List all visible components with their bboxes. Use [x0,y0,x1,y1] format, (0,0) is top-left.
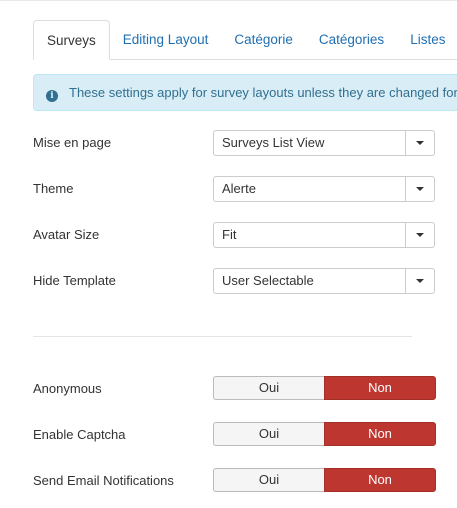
field-avatar-size: Avatar Size Fit [33,222,443,248]
field-mise-en-page: Mise en page Surveys List View [33,130,443,156]
field-label: Theme [33,181,74,196]
field-enable-captcha: Enable Captcha Oui Non [33,422,443,448]
chevron-down-icon [416,141,424,145]
field-label: Send Email Notifications [33,473,174,488]
dropdown-toggle[interactable] [405,223,434,247]
select-value: Alerte [222,181,256,196]
select-value: User Selectable [222,273,314,288]
chevron-down-icon [416,187,424,191]
field-label: Anonymous [33,381,102,396]
dropdown-toggle[interactable] [405,177,434,201]
select-value: Fit [222,227,237,242]
oui-option[interactable]: Oui [213,376,324,400]
field-send-email-notifications: Send Email Notifications Oui Non [33,468,443,494]
chevron-down-icon [416,233,424,237]
anonymous-toggle[interactable]: Oui Non [213,376,436,400]
field-hide-template: Hide Template User Selectable [33,268,443,294]
field-anonymous: Anonymous Oui Non [33,376,443,402]
field-label: Enable Captcha [33,427,126,442]
select-value: Surveys List View [222,135,325,150]
enable-captcha-toggle[interactable]: Oui Non [213,422,436,446]
tab-surveys[interactable]: Surveys [33,20,110,60]
oui-option[interactable]: Oui [213,468,324,492]
field-theme: Theme Alerte [33,176,443,202]
tab-categorie[interactable]: Catégorie [221,20,306,59]
theme-select[interactable]: Alerte [213,176,435,202]
non-option[interactable]: Non [324,468,436,492]
tab-editing-layout[interactable]: Editing Layout [110,20,222,59]
chevron-down-icon [416,279,424,283]
oui-option[interactable]: Oui [213,422,324,446]
tab-listes[interactable]: Listes [397,20,457,59]
section-divider [33,336,412,337]
field-label: Hide Template [33,273,116,288]
mise-en-page-select[interactable]: Surveys List View [213,130,435,156]
tab-categories[interactable]: Catégories [306,20,397,59]
dropdown-toggle[interactable] [405,269,434,293]
field-label: Avatar Size [33,227,100,242]
send-email-notifications-toggle[interactable]: Oui Non [213,468,436,492]
alert-text: These settings apply for survey layouts … [69,85,457,100]
info-alert: i These settings apply for survey layouts… [33,74,457,111]
non-option[interactable]: Non [324,422,436,446]
info-icon: i [46,90,58,102]
avatar-size-select[interactable]: Fit [213,222,435,248]
field-label: Mise en page [33,135,112,150]
dropdown-toggle[interactable] [405,131,434,155]
top-border [0,0,457,1]
settings-tabs: Surveys Editing Layout Catégorie Catégor… [33,20,457,60]
hide-template-select[interactable]: User Selectable [213,268,435,294]
non-option[interactable]: Non [324,376,436,400]
